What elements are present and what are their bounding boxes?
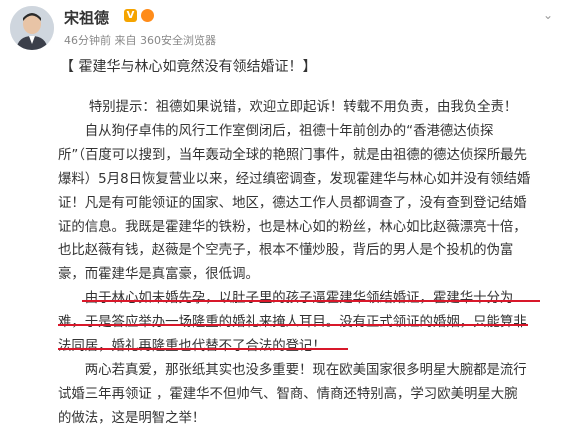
verified-badge-icon: V <box>124 9 137 22</box>
post-line-7: 也比赵薇有钱，赵薇是个空壳子，根本不懂炒股，背后的男人是个投机的伪富 <box>58 243 514 259</box>
post-line-13: 试婚三年再领证 ，霍建华不但帅气、智商、情商还特别高，学习欧美明星大腕 <box>58 386 518 402</box>
avatar[interactable] <box>10 6 54 50</box>
post-headline: 【 霍建华与林心如竟然没有领结婚证！】 <box>60 59 317 75</box>
username[interactable]: 宋祖德 <box>64 7 109 28</box>
red-underline-2 <box>58 324 528 326</box>
post-line-3: 所”（百度可以搜到，当年轰动全球的艳照门事件，就是由祖德的德达侦探所最先 <box>58 147 527 163</box>
post-line-8: 豪，而霍建华是真富豪，很低调。 <box>58 267 259 283</box>
post-line-5: 证！凡是有可能领证的国家、地区，德达工作人员都调查了，没有查到登记结婚 <box>58 195 527 211</box>
post-meta: 46分钟前 来自 360安全浏览器 <box>64 34 216 47</box>
post-line-6: 证的信息。我既是霍建华的铁粉，也是林心如的粉丝，林心如比赵薇漂亮十倍， <box>58 219 527 235</box>
post-line-12: 两心若真爱，那张纸其实也没多重要！现在欧美国家很多明星大腕都是流行 <box>84 362 527 378</box>
post-line-4: 爆料）5月8日恢复营业以来，经过缜密调查，发现霍建华与林心如并没有领结婚 <box>58 171 531 187</box>
member-level-icon <box>141 9 154 22</box>
red-underline-1 <box>82 300 540 302</box>
post-line-1: 特别提示：祖德如果说错，欢迎立即起诉！转载不用负责，由我负全责！ <box>88 100 518 115</box>
red-underline-3 <box>58 348 348 350</box>
post-line-14: 的做法，这是明智之举！ <box>58 410 206 426</box>
post-body: 特别提示：祖德如果说错，欢迎立即起诉！转载不用负责，由我负全责！ 自从狗仔卓伟的… <box>58 96 558 431</box>
chevron-down-icon[interactable]: ⌄ <box>543 8 553 22</box>
avatar-portrait <box>10 6 54 50</box>
post-line-2: 自从狗仔卓伟的风行工作室倒闭后，祖德十年前创办的“香港德达侦探 <box>84 123 494 139</box>
